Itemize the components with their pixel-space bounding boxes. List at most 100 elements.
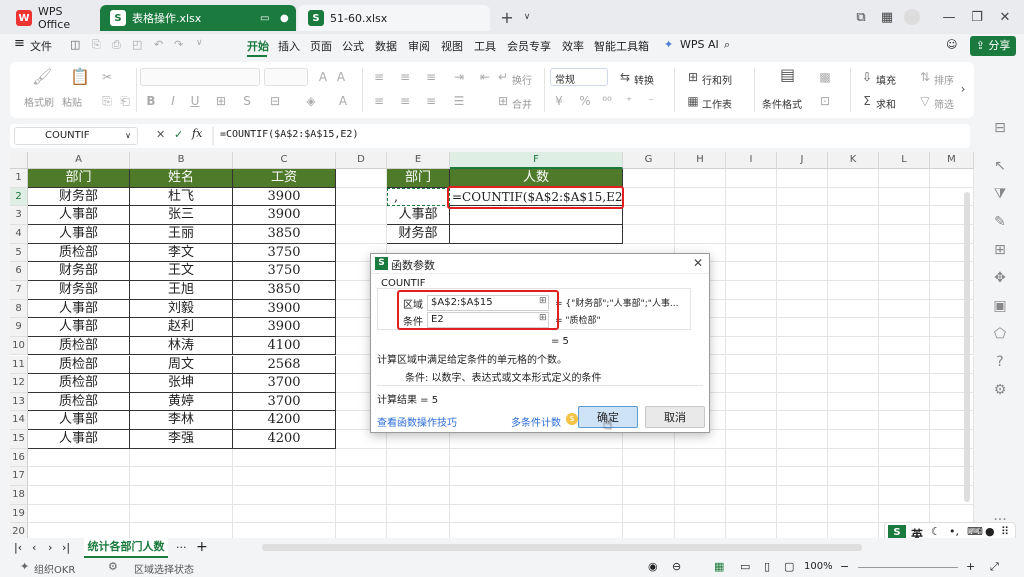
table-cell[interactable] — [777, 523, 828, 538]
comment-icon[interactable]: ☺ — [946, 38, 957, 51]
punctuation-icon[interactable]: •, — [949, 525, 959, 538]
table-cell[interactable] — [726, 448, 777, 468]
align-middle-icon[interactable]: ≡ — [398, 70, 412, 84]
table-cell[interactable] — [879, 392, 930, 412]
number-format-select[interactable]: 常规 — [550, 68, 608, 86]
prev-sheet-icon[interactable]: ‹ — [32, 541, 36, 554]
share-button[interactable]: ⇪ 分享 — [970, 36, 1016, 56]
table-cell[interactable] — [879, 299, 930, 319]
thousands-icon[interactable]: ⁰⁰ — [600, 94, 614, 108]
col-header-e[interactable]: E — [387, 152, 450, 169]
cell-style-icon[interactable]: ▩ — [818, 70, 832, 84]
cond-format-label[interactable]: 条件格式 — [762, 96, 802, 111]
add-sheet-button[interactable]: + — [196, 539, 208, 555]
zoom-level[interactable]: 100% — [804, 561, 833, 572]
table-cell[interactable] — [828, 448, 879, 468]
preview-icon[interactable]: ◰ — [132, 38, 142, 51]
tools-icon[interactable]: ✥ — [990, 268, 1010, 288]
table-cell[interactable] — [233, 448, 336, 468]
sort-label[interactable]: 排序 — [934, 72, 954, 87]
table-cell[interactable]: 人事部 — [28, 318, 130, 337]
menu-tools[interactable]: 工具 — [474, 38, 496, 54]
table-cell[interactable]: 姓名 — [130, 169, 233, 188]
align-bottom-icon[interactable]: ≡ — [424, 70, 438, 84]
table-cell[interactable] — [28, 486, 130, 505]
paste-label[interactable]: 粘贴 — [62, 94, 82, 109]
reading-icon[interactable]: ▢ — [784, 560, 794, 573]
chevron-down-icon[interactable]: ∨ — [518, 8, 536, 26]
row-header[interactable]: 11 — [10, 355, 28, 375]
table-cell[interactable] — [879, 374, 930, 393]
merge-icon[interactable]: ⊞ — [496, 94, 510, 108]
first-sheet-icon[interactable]: |‹ — [14, 541, 22, 554]
table-cell[interactable] — [233, 504, 336, 524]
table-cell[interactable] — [777, 467, 828, 487]
horizontal-scrollbar[interactable] — [262, 544, 862, 551]
bold-icon[interactable]: B — [144, 94, 158, 108]
table-cell[interactable] — [336, 504, 387, 524]
table-cell[interactable]: 黄婷 — [130, 392, 233, 412]
table-cell[interactable]: 3750 — [233, 243, 336, 263]
save-icon[interactable]: ◫ — [70, 38, 80, 51]
table-cell[interactable] — [828, 430, 879, 449]
table-cell[interactable]: 李强 — [130, 430, 233, 449]
table-cell[interactable] — [387, 523, 450, 538]
sum-label[interactable]: 求和 — [876, 96, 896, 111]
table-cell[interactable] — [130, 467, 233, 487]
table-cell[interactable] — [623, 523, 675, 538]
table-cell[interactable] — [726, 169, 777, 188]
table-cell[interactable]: 部门 — [387, 169, 450, 188]
table-cell[interactable] — [28, 467, 130, 487]
table-cell[interactable] — [450, 486, 623, 505]
table-cell[interactable] — [623, 206, 675, 225]
table-cell[interactable] — [777, 448, 828, 468]
page-break-icon[interactable]: ▯ — [764, 560, 770, 573]
table-cell[interactable]: 周文 — [130, 355, 233, 375]
table-cell[interactable]: 4100 — [233, 336, 336, 356]
table-cell[interactable] — [828, 187, 879, 207]
last-sheet-icon[interactable]: ›| — [62, 541, 70, 554]
table-cell[interactable] — [828, 336, 879, 356]
fill-color-icon[interactable]: ◈ — [304, 94, 318, 108]
avatar[interactable] — [904, 9, 920, 25]
table-cell[interactable] — [726, 206, 777, 225]
table-cell[interactable]: 质检部 — [28, 392, 130, 412]
table-cell[interactable] — [387, 504, 450, 524]
table-cell[interactable] — [623, 486, 675, 505]
table-cell[interactable] — [828, 392, 879, 412]
normal-view-icon[interactable]: ▦ — [714, 560, 724, 573]
grid-icon[interactable]: ▦ — [878, 8, 896, 26]
menu-formula[interactable]: 公式 — [342, 38, 364, 54]
table-cell[interactable]: 杜飞 — [130, 187, 233, 207]
table-cell[interactable]: 工资 — [233, 169, 336, 188]
outdent-icon[interactable]: ⇤ — [478, 70, 492, 84]
page-layout-icon[interactable]: ▭ — [740, 560, 750, 573]
align-right-icon[interactable]: ≡ — [424, 94, 438, 108]
menu-member[interactable]: 会员专享 — [507, 38, 551, 54]
col-header-f[interactable]: F — [450, 152, 623, 169]
row-header[interactable]: 20 — [10, 523, 28, 538]
table-cell[interactable]: 人事部 — [387, 206, 450, 225]
table-cell[interactable] — [233, 523, 336, 538]
confirm-formula-icon[interactable]: ✓ — [174, 128, 183, 141]
menu-data[interactable]: 数据 — [375, 38, 397, 54]
justify-icon[interactable]: ☰ — [452, 94, 466, 108]
table-cell[interactable]: 2568 — [233, 355, 336, 375]
image-icon[interactable]: ▣ — [990, 296, 1010, 316]
table-cell[interactable] — [777, 486, 828, 505]
more-down-icon[interactable]: ∨ — [196, 38, 203, 48]
edit-icon[interactable]: ✎ — [990, 212, 1010, 232]
table-cell[interactable] — [828, 523, 879, 538]
table-cell[interactable] — [675, 523, 726, 538]
table-cell[interactable] — [828, 355, 879, 375]
unsaved-dot-icon[interactable]: ● — [280, 13, 289, 24]
undo-icon[interactable]: ↶ — [154, 38, 163, 51]
table-cell[interactable] — [450, 467, 623, 487]
dialog-titlebar[interactable]: S 函数参数 ✕ — [371, 254, 709, 274]
table-cell[interactable] — [879, 486, 930, 505]
funnel-icon[interactable]: ⧩ — [990, 184, 1010, 204]
table-cell[interactable] — [726, 355, 777, 375]
zoom-in-icon[interactable]: + — [966, 560, 975, 573]
table-cell[interactable] — [879, 448, 930, 468]
table-cell[interactable] — [828, 486, 879, 505]
